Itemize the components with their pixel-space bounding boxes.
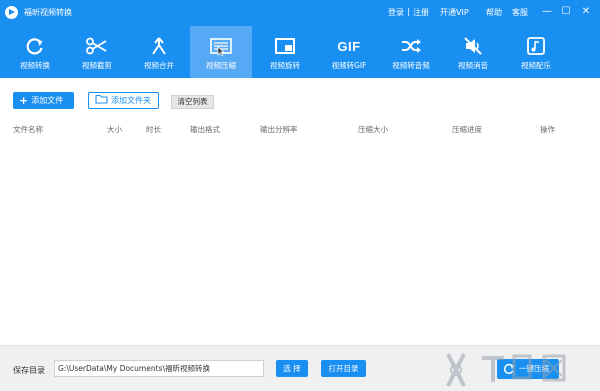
tool-label: 视频转GIF bbox=[331, 61, 367, 70]
clear-list-button[interactable]: 清空列表 bbox=[171, 95, 214, 109]
column-header-file-name[interactable]: 文件名称 bbox=[13, 124, 43, 135]
tool-video-music[interactable]: 视频配乐 bbox=[505, 26, 567, 78]
gif-icon-text: GIF bbox=[337, 38, 361, 54]
help-link[interactable]: 帮助 bbox=[486, 7, 502, 18]
compress-icon bbox=[209, 35, 233, 57]
compress-all-button[interactable]: 一键压缩 bbox=[497, 359, 559, 379]
footer-bar: 保存目录 G:\UserData\My Documents\福昕视频转换 选 择… bbox=[0, 345, 600, 391]
tool-video-compress[interactable]: 视频压缩 bbox=[190, 26, 252, 78]
register-link[interactable]: 注册 bbox=[413, 7, 429, 18]
music-icon bbox=[524, 35, 548, 57]
column-header-compress-progress[interactable]: 压缩进度 bbox=[452, 124, 482, 135]
tool-video-convert[interactable]: 视频转换 bbox=[4, 26, 66, 78]
tool-video-to-audio[interactable]: 视频转音频 bbox=[380, 26, 442, 78]
mute-icon bbox=[461, 35, 485, 57]
tool-video-merge[interactable]: 视频合并 bbox=[128, 26, 190, 78]
plus-icon: + bbox=[19, 94, 29, 107]
rotate-icon bbox=[273, 35, 297, 57]
title-bar: 福昕视频转换 登录 | 注册 开通VIP 帮助 客服 — ☐ ✕ bbox=[0, 0, 600, 26]
column-header-output-resolution[interactable]: 输出分辨率 bbox=[260, 124, 298, 135]
browse-button[interactable]: 选 择 bbox=[276, 360, 308, 377]
file-list[interactable] bbox=[0, 137, 600, 345]
app-logo-icon bbox=[5, 6, 18, 19]
add-folder-button[interactable]: 添加文件夹 bbox=[88, 92, 159, 109]
add-file-button[interactable]: + 添加文件 bbox=[13, 92, 74, 109]
minimize-button[interactable]: — bbox=[540, 5, 554, 19]
tool-video-to-gif[interactable]: GIF 视频转GIF bbox=[318, 26, 380, 78]
tool-label: 视频消音 bbox=[458, 61, 488, 70]
column-header-output-format[interactable]: 输出格式 bbox=[190, 124, 220, 135]
folder-icon bbox=[95, 94, 108, 109]
feature-toolbar: 视频转换 视频截剪 视频合并 视频压缩 视频旋转 GIF 视频转GIF 视频转音… bbox=[0, 26, 600, 78]
tool-label: 视频配乐 bbox=[521, 61, 551, 70]
maximize-button[interactable]: ☐ bbox=[559, 5, 573, 19]
tool-label: 视频合并 bbox=[144, 61, 174, 70]
open-directory-button[interactable]: 打开目录 bbox=[321, 360, 366, 377]
column-header-size[interactable]: 大小 bbox=[107, 124, 122, 135]
tool-video-mute[interactable]: 视频消音 bbox=[442, 26, 504, 78]
refresh-icon bbox=[503, 363, 515, 383]
title-separator: | bbox=[407, 7, 410, 16]
vip-link[interactable]: 开通VIP bbox=[440, 7, 469, 18]
app-title: 福昕视频转换 bbox=[24, 8, 72, 17]
tool-label: 视频截剪 bbox=[82, 61, 112, 70]
save-path-field[interactable]: G:\UserData\My Documents\福昕视频转换 bbox=[54, 360, 264, 377]
shuffle-icon bbox=[399, 35, 423, 57]
tool-label: 视频转换 bbox=[20, 61, 50, 70]
column-header-compress-size[interactable]: 压缩大小 bbox=[358, 124, 388, 135]
tool-label: 视频压缩 bbox=[206, 61, 236, 70]
column-header-duration[interactable]: 时长 bbox=[146, 124, 161, 135]
merge-icon bbox=[147, 35, 171, 57]
tool-video-cut[interactable]: 视频截剪 bbox=[66, 26, 128, 78]
save-directory-label: 保存目录 bbox=[13, 366, 45, 375]
add-folder-label: 添加文件夹 bbox=[111, 96, 151, 105]
column-header-actions[interactable]: 操作 bbox=[540, 124, 555, 135]
tool-label: 视频旋转 bbox=[270, 61, 300, 70]
support-link[interactable]: 客服 bbox=[512, 7, 528, 18]
compress-all-label: 一键压缩 bbox=[519, 364, 549, 373]
add-file-label: 添加文件 bbox=[31, 96, 64, 105]
tool-label: 视频转音频 bbox=[392, 61, 430, 70]
tool-video-rotate[interactable]: 视频旋转 bbox=[254, 26, 316, 78]
close-button[interactable]: ✕ bbox=[579, 5, 593, 19]
gif-icon: GIF bbox=[337, 35, 361, 57]
convert-icon bbox=[23, 35, 47, 57]
scissors-icon bbox=[85, 35, 109, 57]
login-link[interactable]: 登录 bbox=[388, 7, 404, 18]
